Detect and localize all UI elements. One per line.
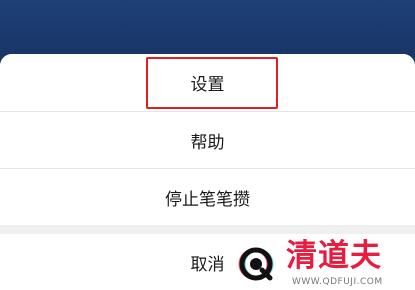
screen: 设置 帮助 停止笔笔攒 取消 清道夫 WWW.QDFUJI.COM [0, 0, 415, 290]
cancel-label: 取消 [190, 254, 225, 275]
menu-item-stop[interactable]: 停止笔笔攒 [0, 168, 415, 225]
action-sheet: 设置 帮助 停止笔笔攒 取消 [0, 54, 415, 290]
menu-item-help[interactable]: 帮助 [0, 111, 415, 168]
menu-item-label: 停止笔笔攒 [165, 189, 250, 210]
menu-item-label: 设置 [190, 75, 225, 95]
section-divider [0, 225, 415, 234]
cancel-button[interactable]: 取消 [0, 234, 415, 290]
menu-item-settings[interactable]: 设置 [0, 54, 415, 111]
menu-item-label: 帮助 [190, 132, 225, 153]
